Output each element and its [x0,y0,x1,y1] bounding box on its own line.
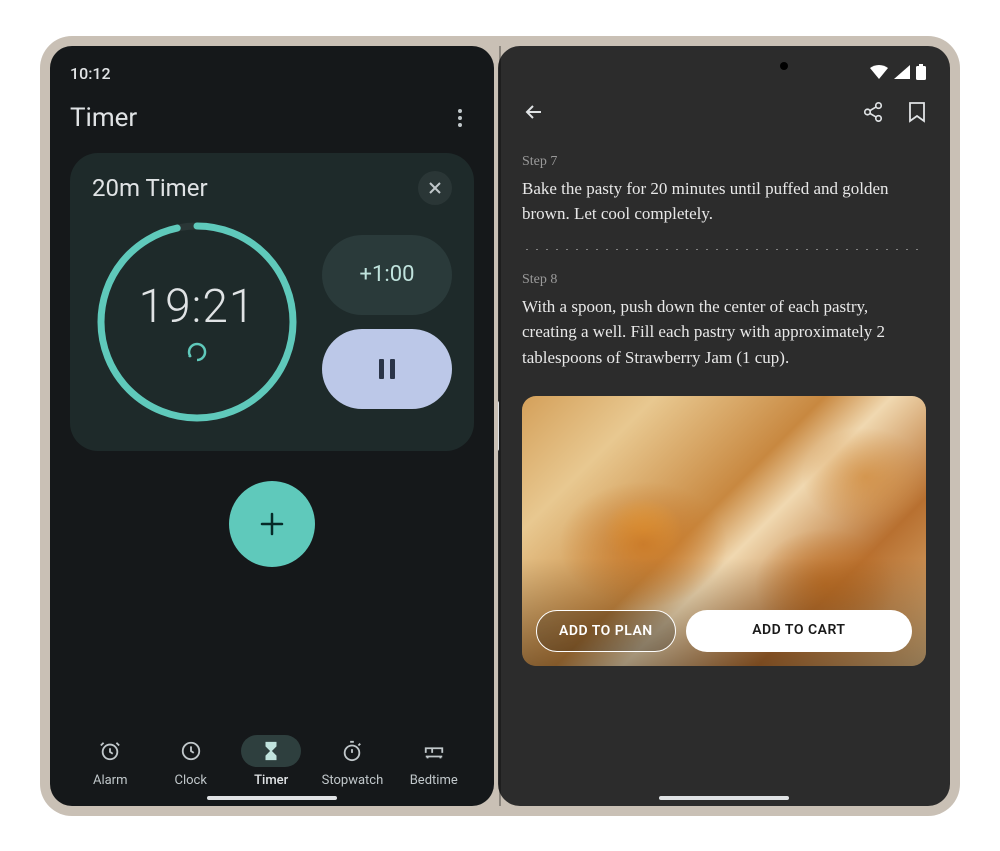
bookmark-button[interactable] [908,101,926,127]
step-divider [522,249,926,250]
share-button[interactable] [862,101,884,127]
status-bar-time: 10:12 [70,64,474,83]
recipe-header [522,100,926,128]
back-button[interactable] [522,100,546,128]
bottom-navigation: Alarm Clock Timer Stopwatch [70,721,474,792]
nav-label: Timer [254,773,288,788]
add-to-plan-button[interactable]: ADD TO PLAN [536,610,676,652]
recipe-image: ADD TO PLAN ADD TO CART [522,396,926,666]
alarm-icon [99,740,121,762]
hourglass-icon [260,740,282,762]
app-header: Timer [70,103,474,133]
add-timer-fab[interactable] [229,481,315,567]
step-7-text: Bake the pasty for 20 minutes until puff… [522,176,926,227]
bedtime-icon [423,740,445,762]
gesture-bar[interactable] [659,796,789,800]
nav-bedtime[interactable]: Bedtime [396,731,472,792]
nav-label: Bedtime [410,773,458,788]
nav-timer[interactable]: Timer [233,731,309,792]
wifi-icon [870,65,888,79]
clock-app-screen: 10:12 Timer 20m Timer [50,46,494,806]
status-bar-right [522,64,926,80]
timer-name[interactable]: 20m Timer [92,174,208,202]
nav-label: Stopwatch [322,773,384,788]
step-7-label: Step 7 [522,154,926,170]
camera-cutout [780,62,788,70]
battery-icon [916,64,926,80]
reset-icon[interactable] [185,340,209,364]
signal-icon [894,65,910,79]
delete-timer-button[interactable] [418,171,452,205]
pause-button[interactable] [322,329,452,409]
more-options-button[interactable] [446,104,474,132]
device-hinge [499,46,501,806]
nav-clock[interactable]: Clock [153,731,229,792]
nav-alarm[interactable]: Alarm [72,731,148,792]
foldable-device-frame: 10:12 Timer 20m Timer [40,36,960,816]
step-8-text: With a spoon, push down the center of ea… [522,294,926,371]
timer-remaining[interactable]: 19:21 [139,280,256,334]
step-8-label: Step 8 [522,272,926,288]
nav-stopwatch[interactable]: Stopwatch [314,731,392,792]
page-title: Timer [70,103,137,133]
stopwatch-icon [341,740,363,762]
clock-icon [180,740,202,762]
nav-label: Clock [174,773,206,788]
timer-progress-ring: 19:21 [92,217,302,427]
add-to-cart-button[interactable]: ADD TO CART [686,610,912,652]
timer-card: 20m Timer 19:21 [70,153,474,451]
recipe-app-screen: Step 7 Bake the pasty for 20 minutes unt… [498,46,950,806]
add-minute-button[interactable]: +1:00 [322,235,452,315]
nav-label: Alarm [93,773,128,788]
gesture-bar[interactable] [207,796,337,800]
